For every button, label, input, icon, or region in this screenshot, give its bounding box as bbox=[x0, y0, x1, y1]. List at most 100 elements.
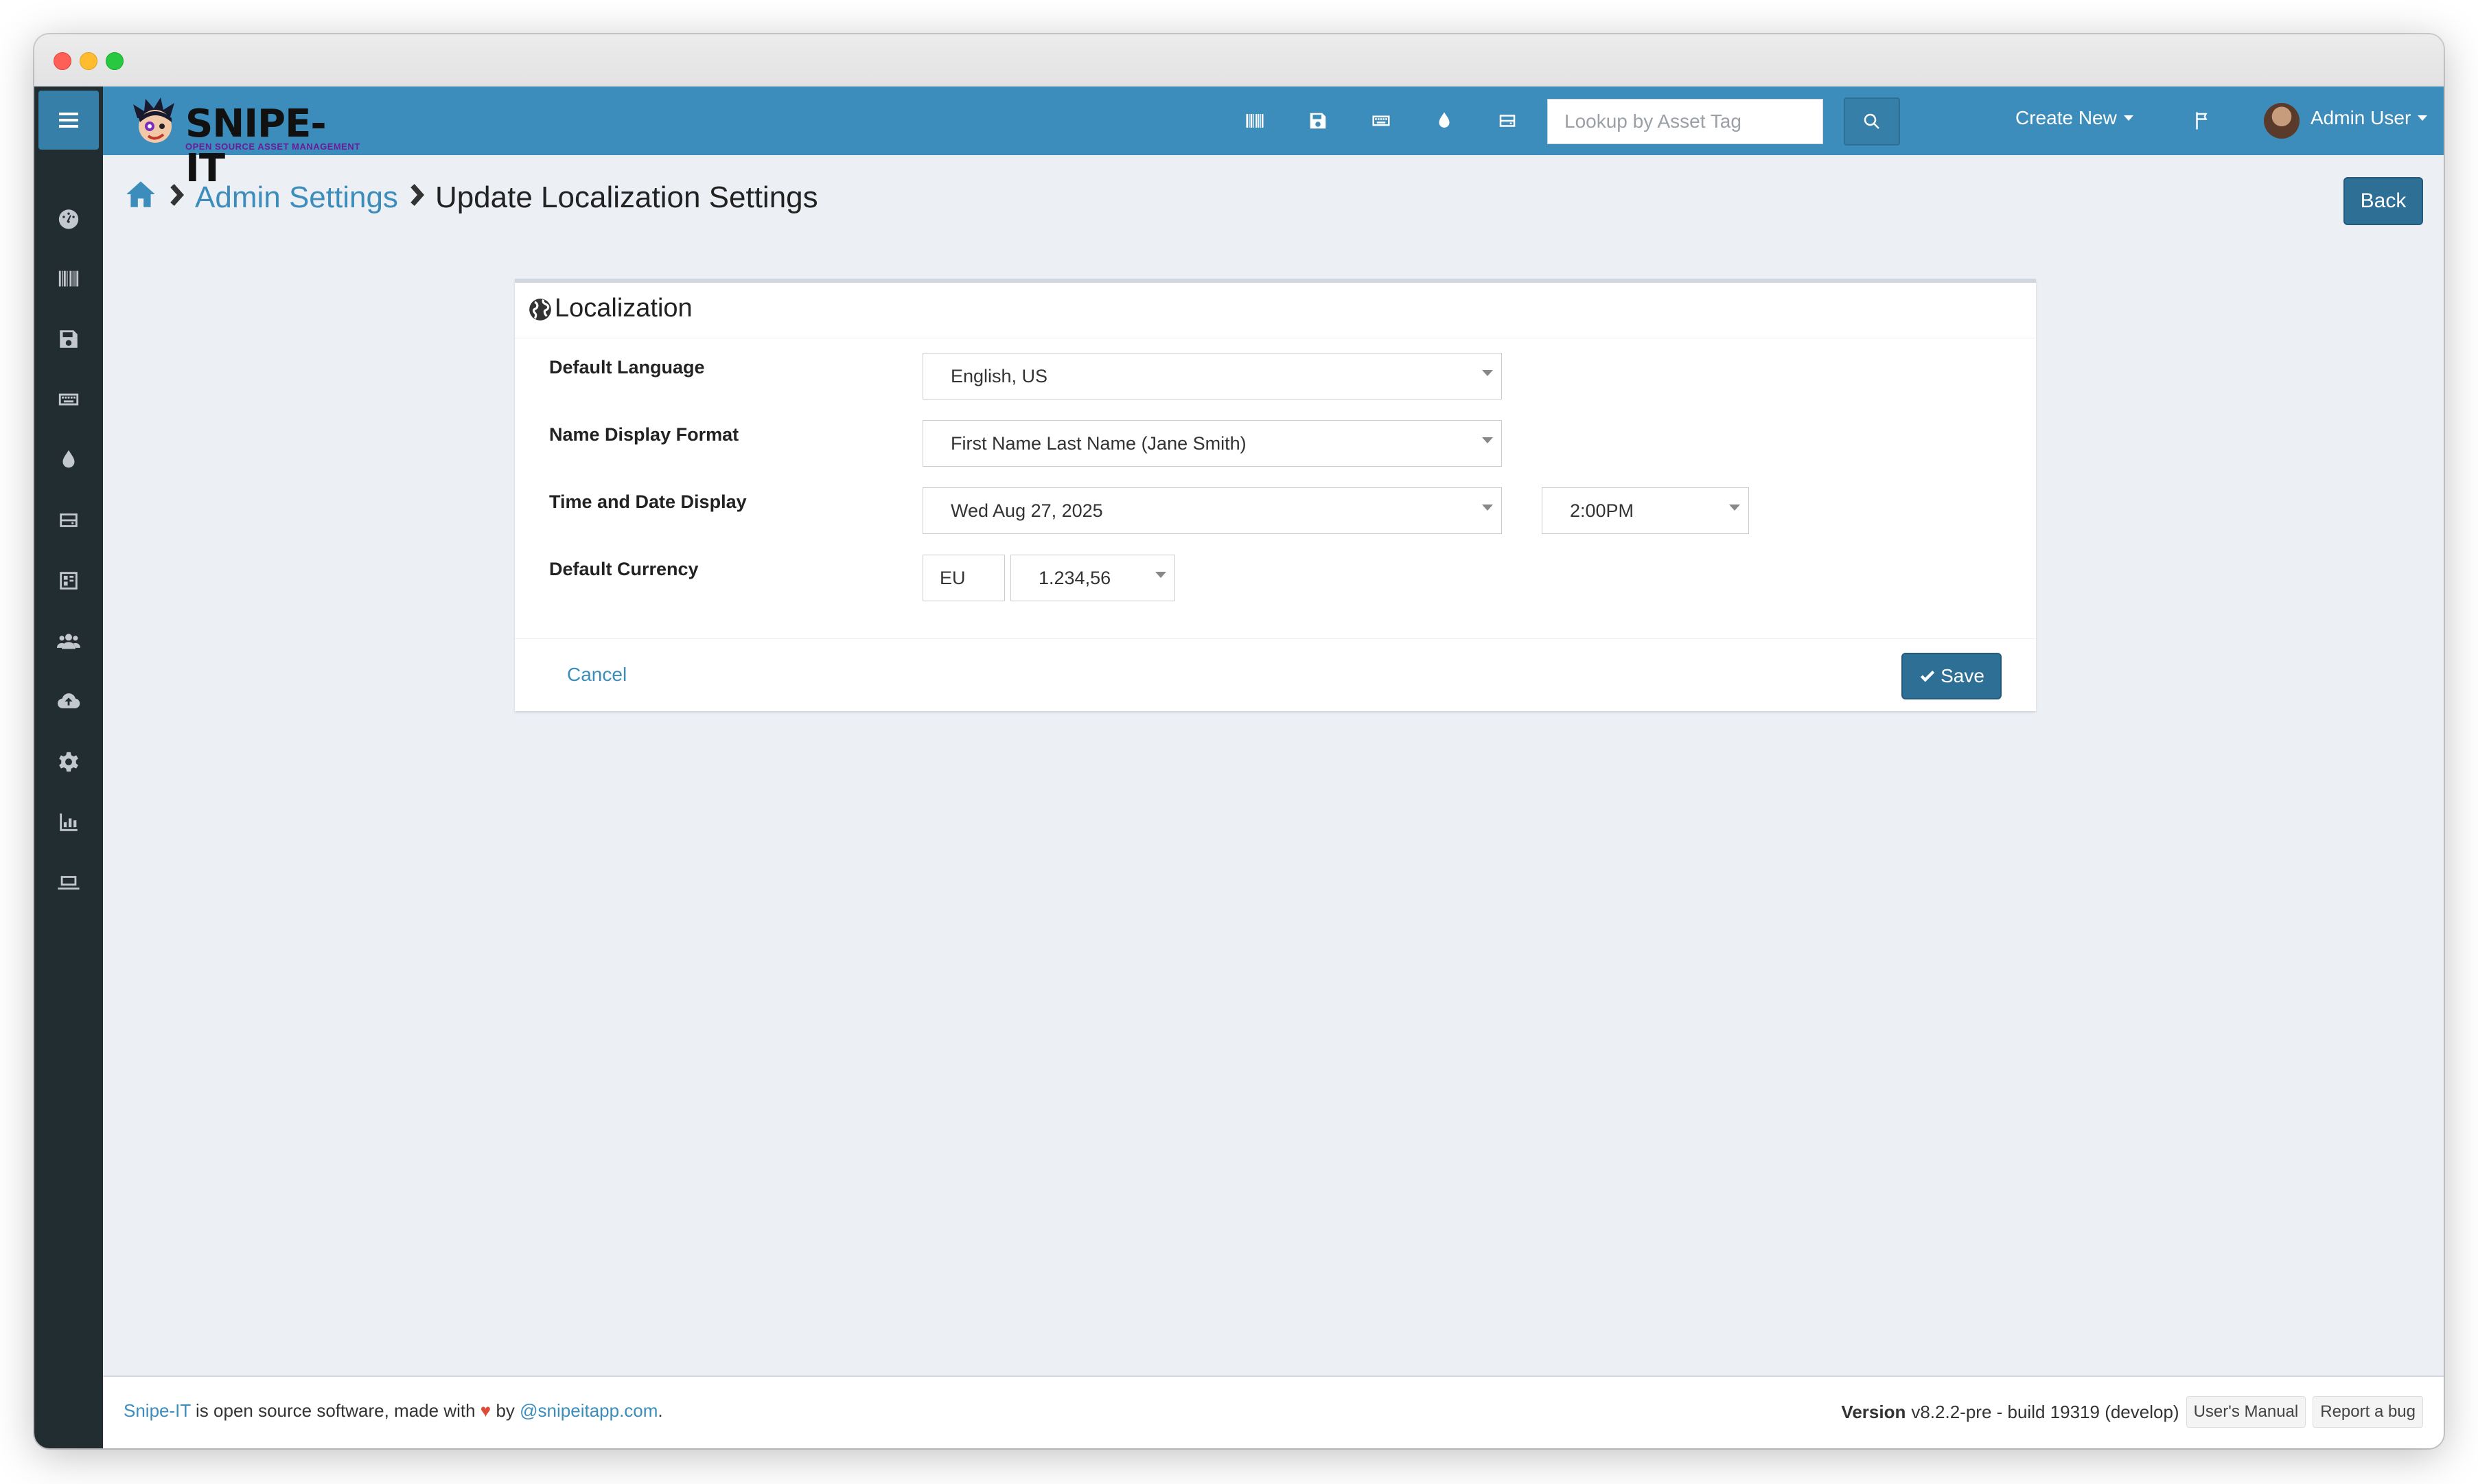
browser-window: SNIPE-IT OPEN SOURCE ASSET MANAGEMENT Cr… bbox=[34, 34, 2444, 1448]
droplet-icon bbox=[62, 450, 75, 468]
keyboard-icon bbox=[58, 393, 79, 406]
footer-period: . bbox=[658, 1400, 663, 1421]
globe-icon bbox=[529, 299, 551, 321]
currency-format-select[interactable]: 1.234,56 bbox=[1010, 555, 1175, 601]
breadcrumb-home-link[interactable] bbox=[124, 177, 158, 219]
search-icon bbox=[1864, 113, 1879, 129]
default-currency-label: Default Currency bbox=[549, 559, 699, 579]
header-accessories-button[interactable] bbox=[1365, 104, 1398, 137]
hdd-icon bbox=[60, 513, 78, 527]
cloud-upload-icon bbox=[57, 693, 80, 708]
header-licenses-button[interactable] bbox=[1301, 104, 1334, 137]
sidebar-item-accessories[interactable] bbox=[34, 379, 103, 420]
footer-version-area: Version v8.2.2-pre - build 19319 (develo… bbox=[1841, 1396, 2423, 1428]
default-language-label: Default Language bbox=[549, 357, 705, 378]
flag-icon bbox=[2196, 112, 2208, 130]
date-format-select[interactable]: Wed Aug 27, 2025 bbox=[923, 487, 1502, 534]
sidebar-toggle-button[interactable] bbox=[38, 91, 99, 150]
time-date-display-label: Time and Date Display bbox=[549, 491, 747, 512]
version-label: Version bbox=[1841, 1401, 1906, 1422]
time-format-select[interactable]: 2:00PM bbox=[1542, 487, 1749, 534]
laptop-icon bbox=[58, 876, 80, 890]
breadcrumb-admin-settings-link[interactable]: Admin Settings bbox=[195, 181, 398, 215]
name-display-format-select[interactable]: First Name Last Name (Jane Smith) bbox=[923, 420, 1502, 467]
main-content: Admin Settings Update Localization Setti… bbox=[103, 155, 2444, 1376]
app-logo[interactable]: SNIPE-IT OPEN SOURCE ASSET MANAGEMENT bbox=[130, 93, 364, 191]
name-display-format-value: First Name Last Name (Jane Smith) bbox=[951, 432, 1247, 454]
keyboard-icon bbox=[1372, 115, 1390, 126]
sidebar-item-licenses[interactable] bbox=[34, 318, 103, 360]
alerts-button[interactable] bbox=[2186, 104, 2219, 137]
cancel-link[interactable]: Cancel bbox=[567, 664, 627, 686]
asset-tag-search-input[interactable] bbox=[1547, 99, 1823, 144]
close-window-button[interactable] bbox=[54, 52, 71, 70]
user-name: Admin User bbox=[2311, 107, 2411, 128]
droplet-icon bbox=[1439, 112, 1450, 128]
date-format-value: Wed Aug 27, 2025 bbox=[951, 500, 1103, 521]
header-consumables-button[interactable] bbox=[1428, 104, 1461, 137]
footer-credits: Snipe-IT is open source software, made w… bbox=[124, 1400, 663, 1422]
default-language-value: English, US bbox=[951, 365, 1048, 386]
default-language-select[interactable]: English, US bbox=[923, 353, 1502, 399]
home-icon bbox=[126, 181, 155, 207]
chevron-down-icon bbox=[2418, 115, 2428, 121]
page-title: Update Localization Settings bbox=[435, 181, 818, 214]
chevron-down-icon bbox=[1482, 505, 1493, 511]
sidebar-item-requestable[interactable] bbox=[34, 862, 103, 903]
snipe-it-link[interactable]: Snipe-IT bbox=[124, 1400, 191, 1421]
check-icon bbox=[1920, 670, 1935, 682]
sidebar-item-consumables[interactable] bbox=[34, 439, 103, 480]
sidebar-item-kits[interactable] bbox=[34, 560, 103, 601]
sidebar-item-components[interactable] bbox=[34, 500, 103, 541]
chevron-right-icon bbox=[167, 181, 185, 215]
reports-icon bbox=[60, 813, 78, 831]
sidebar bbox=[34, 86, 103, 1448]
breadcrumb: Admin Settings Update Localization Setti… bbox=[124, 176, 818, 220]
panel-footer: Cancel Save bbox=[515, 638, 2036, 716]
save-icon bbox=[60, 330, 78, 348]
save-label: Save bbox=[1941, 665, 1984, 686]
heart-icon: ♥ bbox=[480, 1400, 491, 1421]
minimize-window-button[interactable] bbox=[80, 52, 97, 70]
back-button[interactable]: Back bbox=[2343, 177, 2423, 225]
kit-icon bbox=[60, 572, 78, 590]
footer-text: is open source software, made with bbox=[190, 1400, 480, 1421]
save-button[interactable]: Save bbox=[1901, 653, 2002, 699]
users-manual-button[interactable]: User's Manual bbox=[2186, 1396, 2306, 1428]
user-avatar[interactable] bbox=[2264, 103, 2300, 139]
search-button[interactable] bbox=[1844, 97, 1900, 146]
user-menu-dropdown[interactable]: Admin User bbox=[2311, 107, 2428, 129]
currency-code-input[interactable]: EU bbox=[923, 555, 1005, 601]
chevron-down-icon bbox=[1155, 572, 1166, 578]
snipeitapp-link[interactable]: @snipeitapp.com bbox=[520, 1400, 658, 1421]
sidebar-item-assets[interactable] bbox=[34, 258, 103, 299]
barcode-icon bbox=[58, 270, 79, 287]
save-icon bbox=[1310, 113, 1326, 129]
chevron-right-icon bbox=[408, 181, 426, 215]
footer-by-text: by bbox=[491, 1400, 520, 1421]
chevron-down-icon bbox=[1482, 437, 1493, 443]
header-assets-button[interactable] bbox=[1238, 104, 1271, 137]
version-value: v8.2.2-pre - build 19319 (develop) bbox=[1911, 1401, 2179, 1422]
window-titlebar bbox=[34, 34, 2444, 88]
maximize-window-button[interactable] bbox=[106, 52, 124, 70]
users-icon bbox=[57, 634, 80, 649]
sidebar-item-settings[interactable] bbox=[34, 741, 103, 782]
mascot-logo-icon bbox=[133, 97, 174, 143]
time-format-value: 2:00PM bbox=[1570, 500, 1634, 521]
sidebar-item-dashboard[interactable] bbox=[34, 198, 103, 239]
sidebar-item-people[interactable] bbox=[34, 621, 103, 662]
report-bug-button[interactable]: Report a bug bbox=[2313, 1396, 2423, 1428]
chevron-down-icon bbox=[1482, 370, 1493, 376]
barcode-icon bbox=[1246, 114, 1264, 128]
create-new-label: Create New bbox=[2015, 107, 2117, 128]
app-tagline: OPEN SOURCE ASSET MANAGEMENT bbox=[185, 141, 360, 152]
header-components-button[interactable] bbox=[1491, 104, 1524, 137]
cog-icon bbox=[59, 752, 78, 772]
sidebar-item-import[interactable] bbox=[34, 681, 103, 722]
panel-header: Localization bbox=[515, 283, 2036, 338]
name-display-format-label: Name Display Format bbox=[549, 424, 739, 445]
sidebar-item-reports[interactable] bbox=[34, 802, 103, 843]
create-new-dropdown[interactable]: Create New bbox=[2015, 107, 2133, 129]
top-navbar: SNIPE-IT OPEN SOURCE ASSET MANAGEMENT Cr… bbox=[103, 86, 2444, 191]
